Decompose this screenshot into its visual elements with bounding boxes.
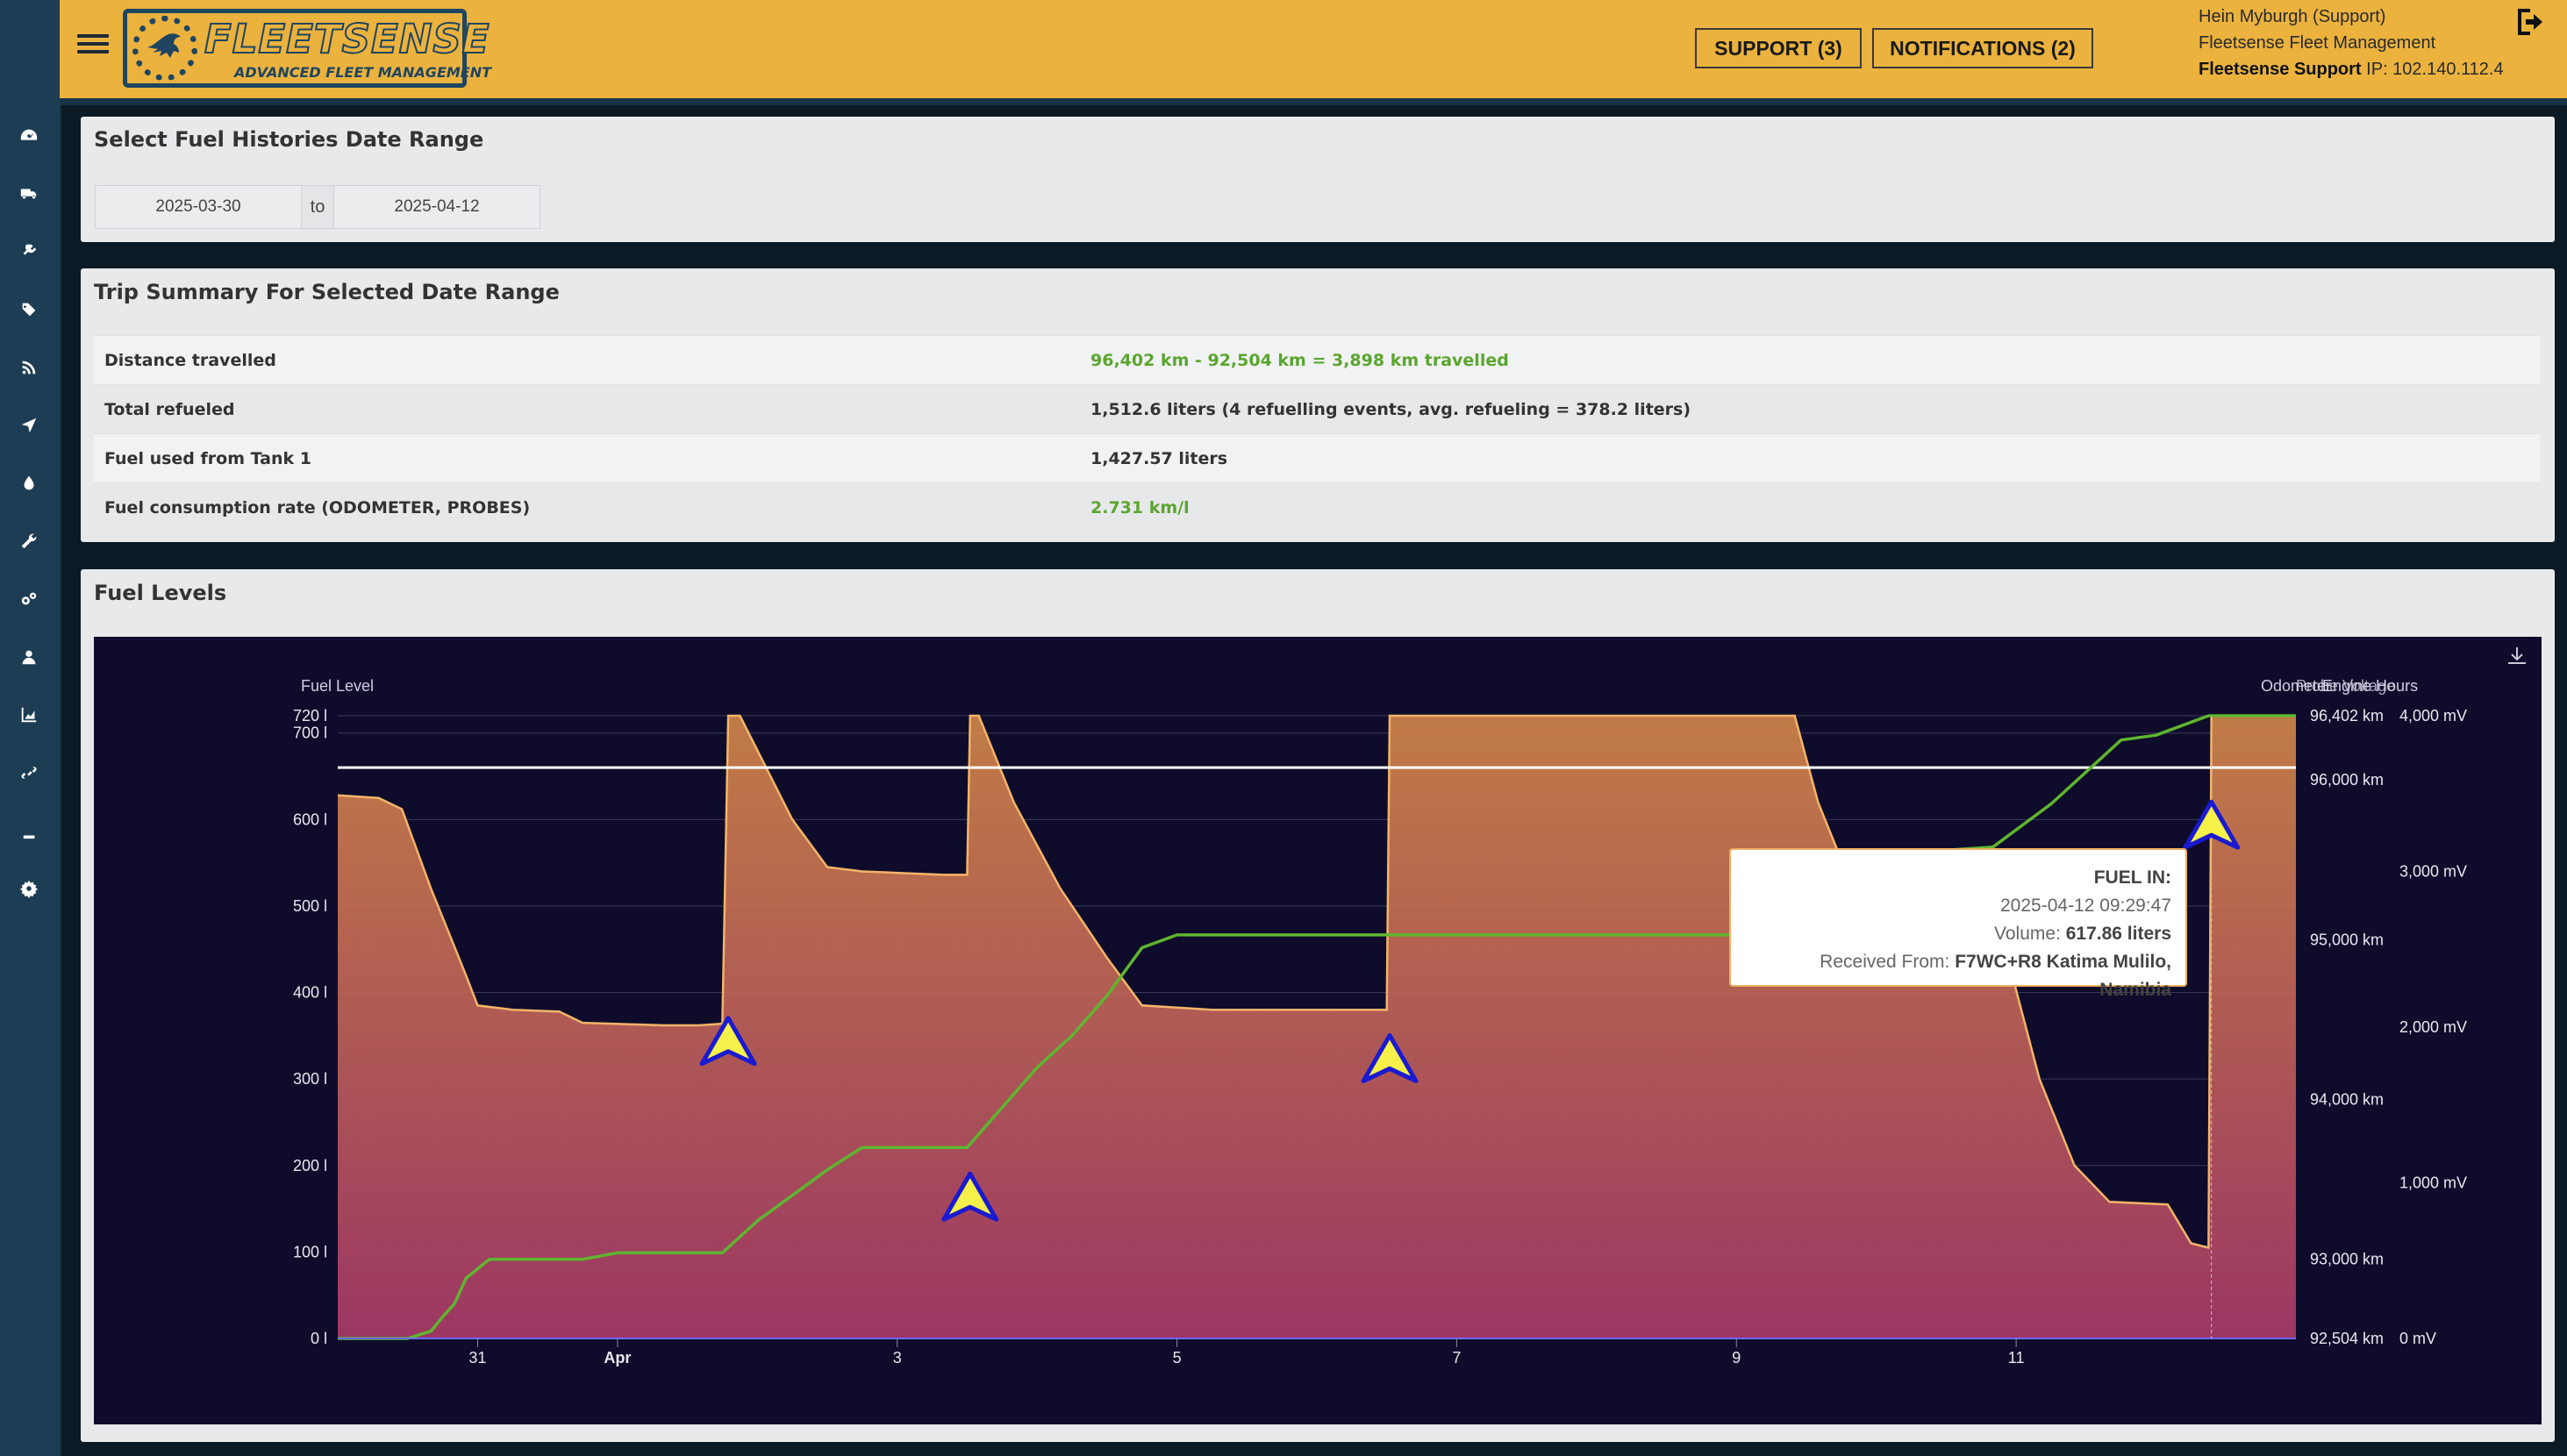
- voltage-axis-title: Probe Voltage: [2296, 677, 2395, 695]
- voltage-tick-label: 0 mV: [2399, 1330, 2436, 1347]
- voltage-tick-label: 4,000 mV: [2399, 707, 2467, 724]
- location-arrow-icon[interactable]: [14, 410, 44, 440]
- summary-label: Total refueled: [94, 384, 1080, 434]
- ip-address: IP: 102.140.112.4: [2361, 60, 2504, 79]
- tooltip-received-value: F7WC+R8 Katima Mulilo, Namibia: [1955, 952, 2171, 1000]
- y-tick-label: 600 l: [293, 810, 327, 828]
- eagle-emblem-icon: [132, 16, 197, 81]
- x-tick-label: 5: [1173, 1349, 1182, 1367]
- y-tick-label: 400 l: [293, 984, 327, 1002]
- summary-label: Fuel used from Tank 1: [94, 433, 1080, 483]
- odometer-tick-label: 96,402 km: [2310, 707, 2384, 724]
- trip-summary-panel: Trip Summary For Selected Date Range Dis…: [81, 268, 2555, 542]
- x-tick-label: 9: [1732, 1349, 1741, 1367]
- org-ip: Fleetsense Support IP: 102.140.112.4: [2199, 56, 2504, 82]
- odometer-tick-label: 96,000 km: [2310, 771, 2384, 789]
- sidebar: [0, 0, 61, 1456]
- voltage-tick-label: 2,000 mV: [2399, 1018, 2467, 1036]
- summary-label: Fuel consumption rate (ODOMETER, PROBES): [94, 482, 1080, 532]
- x-tick-label: 31: [468, 1349, 486, 1367]
- date-range-title: Select Fuel Histories Date Range: [94, 127, 484, 152]
- notifications-button[interactable]: NOTIFICATIONS (2): [1872, 28, 2093, 68]
- date-from-input[interactable]: [95, 185, 302, 229]
- summary-value: 96,402 km - 92,504 km = 3,898 km travell…: [1080, 335, 2540, 385]
- user-info: Hein Myburgh (Support) Fleetsense Fleet …: [2199, 4, 2504, 82]
- y-tick-label: 720 l: [293, 707, 327, 724]
- area-chart-icon[interactable]: [14, 700, 44, 730]
- gears-icon[interactable]: [14, 584, 44, 614]
- y-tick-label: 300 l: [293, 1070, 327, 1088]
- logo-subtitle: ADVANCED FLEET MANAGEMENT: [234, 64, 492, 81]
- summary-value: 1,427.57 liters: [1080, 433, 2540, 483]
- tags-icon[interactable]: [14, 295, 44, 325]
- hamburger-icon[interactable]: [77, 30, 109, 61]
- truck-icon[interactable]: [14, 179, 44, 209]
- plug-icon[interactable]: [14, 237, 44, 267]
- fuel-levels-panel: Fuel Levels 0 l 100 l 200 l 300 l 400 l 500 l…: [81, 569, 2555, 1442]
- table-row: Fuel consumption rate (ODOMETER, PROBES)…: [94, 482, 2540, 532]
- x-tick-label: Apr: [604, 1349, 631, 1367]
- download-icon[interactable]: [2505, 644, 2529, 668]
- fuel-levels-title: Fuel Levels: [94, 581, 227, 605]
- y-tick-label: 200 l: [293, 1157, 327, 1174]
- voltage-tick-label: 3,000 mV: [2399, 863, 2467, 881]
- date-range-panel: Select Fuel Histories Date Range to: [81, 117, 2555, 242]
- fuel-in-tooltip: FUEL IN: 2025-04-12 09:29:47 Volume: 617…: [1729, 848, 2187, 1000]
- top-header: FLEETSENSE ADVANCED FLEET MANAGEMENT SUP…: [60, 0, 2567, 105]
- tooltip-volume-label: Volume:: [1994, 924, 2066, 944]
- trip-summary-table: Distance travelled 96,402 km - 92,504 km…: [94, 335, 2540, 532]
- link-icon[interactable]: [14, 758, 44, 788]
- y-axis-title: Fuel Level: [301, 677, 374, 695]
- y-tick-label: 500 l: [293, 897, 327, 915]
- tooltip-received-label: Received From:: [1820, 952, 1956, 972]
- date-to-input[interactable]: [333, 185, 540, 229]
- table-row: Fuel used from Tank 1 1,427.57 liters: [94, 433, 2540, 483]
- trip-summary-title: Trip Summary For Selected Date Range: [94, 280, 560, 304]
- odometer-tick-label: 92,504 km: [2310, 1330, 2384, 1347]
- user-name: Hein Myburgh (Support): [2199, 7, 2386, 26]
- dashboard-icon[interactable]: [14, 121, 44, 151]
- tooltip-received: Received From: F7WC+R8 Katima Mulilo, Na…: [1745, 948, 2171, 1004]
- summary-value: 2.731 km/l: [1080, 482, 2540, 532]
- fuel-level-area: [338, 716, 2296, 1338]
- table-row: Total refueled 1,512.6 liters (4 refuell…: [94, 384, 2540, 434]
- cog-icon[interactable]: [14, 874, 44, 903]
- y-tick-label: 0 l: [311, 1330, 327, 1347]
- tooltip-volume: Volume: 617.86 liters: [1745, 920, 2171, 948]
- tint-icon[interactable]: [14, 468, 44, 498]
- user-icon[interactable]: [14, 642, 44, 672]
- table-row: Distance travelled 96,402 km - 92,504 km…: [94, 335, 2540, 385]
- voltage-tick-label: 1,000 mV: [2399, 1174, 2467, 1192]
- wrench-icon[interactable]: [14, 526, 44, 556]
- org-name: Fleetsense Support: [2199, 60, 2362, 79]
- rss-icon[interactable]: [14, 353, 44, 382]
- summary-value: 1,512.6 liters (4 refuelling events, avg…: [1080, 384, 2540, 434]
- fuel-chart-svg[interactable]: 0 l100 l200 l300 l400 l500 l600 l700 l72…: [94, 637, 2542, 1424]
- summary-label: Distance travelled: [94, 335, 1080, 385]
- date-to-label: to: [302, 185, 333, 229]
- odometer-tick-label: 95,000 km: [2310, 931, 2384, 948]
- company-name: Fleetsense Fleet Management: [2199, 33, 2436, 53]
- tooltip-datetime: 2025-04-12 09:29:47: [2000, 896, 2171, 916]
- sign-out-icon[interactable]: [2514, 5, 2549, 39]
- x-tick-label: 11: [2008, 1349, 2025, 1367]
- book-icon[interactable]: [14, 816, 44, 846]
- y-tick-label: 100 l: [293, 1243, 327, 1260]
- fleetsense-logo[interactable]: FLEETSENSE ADVANCED FLEET MANAGEMENT: [123, 9, 491, 88]
- x-tick-label: 7: [1452, 1349, 1461, 1367]
- odometer-tick-label: 94,000 km: [2310, 1091, 2384, 1109]
- x-tick-label: 3: [893, 1349, 902, 1367]
- fuel-chart[interactable]: 0 l 100 l 200 l 300 l 400 l 500 l 600 l 700 l 72…: [94, 637, 2542, 1424]
- odometer-tick-label: 93,000 km: [2310, 1251, 2384, 1268]
- y-tick-label: 700 l: [293, 724, 327, 742]
- tooltip-title: FUEL IN:: [2093, 867, 2171, 888]
- support-button[interactable]: SUPPORT (3): [1695, 28, 1862, 68]
- tooltip-volume-value: 617.86 liters: [2065, 924, 2171, 944]
- logo-title: FLEETSENSE: [204, 15, 490, 63]
